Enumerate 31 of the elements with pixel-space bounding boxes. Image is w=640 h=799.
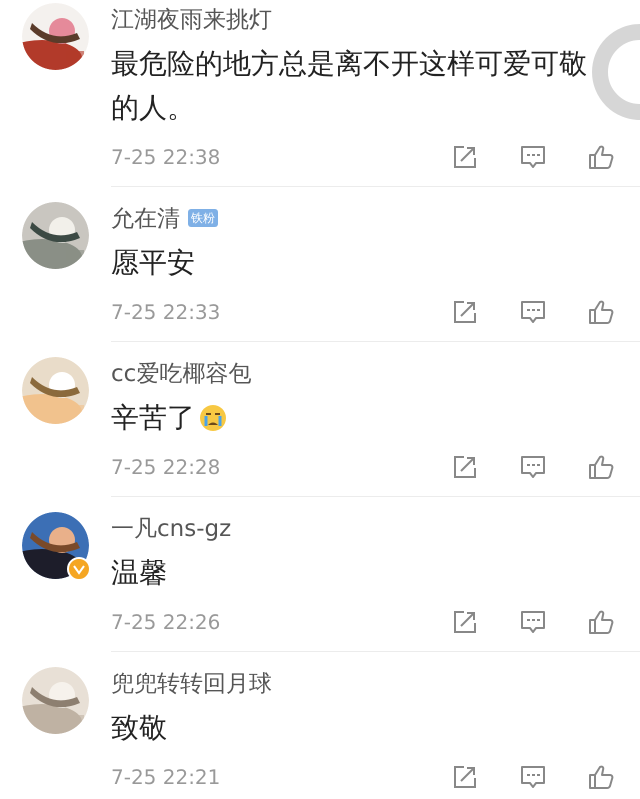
comment-icon xyxy=(519,608,547,636)
timestamp: 7-25 22:33 xyxy=(111,299,222,326)
fan-badge: 铁粉 xyxy=(188,209,218,227)
comment-icon xyxy=(519,453,547,481)
comment-text: 辛苦了 xyxy=(111,400,196,436)
thumbs-up-icon xyxy=(587,298,615,326)
timestamp: 7-25 22:26 xyxy=(111,609,222,636)
share-icon xyxy=(451,453,479,481)
thumbs-up-icon xyxy=(587,763,615,791)
comment-text: 最危险的地方总是离不开这样可爱可敬的人。 xyxy=(111,46,588,126)
thumbs-up-icon xyxy=(587,143,615,171)
comment-text: 温馨 xyxy=(111,555,168,591)
timestamp: 7-25 22:38 xyxy=(111,144,222,171)
share-icon xyxy=(451,143,479,171)
username[interactable]: 一凡cns-gz xyxy=(111,515,232,543)
share-icon xyxy=(451,608,479,636)
share-icon xyxy=(451,298,479,326)
comment-text: 致敬 xyxy=(111,710,168,746)
username[interactable]: cc爱吃椰容包 xyxy=(111,360,252,388)
share-icon xyxy=(451,763,479,791)
comment-text: 愿平安 xyxy=(111,245,196,281)
username[interactable]: 兜兜转转回月球 xyxy=(111,670,272,698)
thumbs-up-icon xyxy=(587,608,615,636)
username[interactable]: 允在清 xyxy=(111,205,180,233)
username[interactable]: 江湖夜雨来挑灯 xyxy=(111,6,272,34)
timestamp: 7-25 22:28 xyxy=(111,454,222,481)
comment-icon xyxy=(519,143,547,171)
thumbs-up-icon xyxy=(587,453,615,481)
comment-icon xyxy=(519,763,547,791)
comment-icon xyxy=(519,298,547,326)
timestamp: 7-25 22:21 xyxy=(111,764,222,791)
